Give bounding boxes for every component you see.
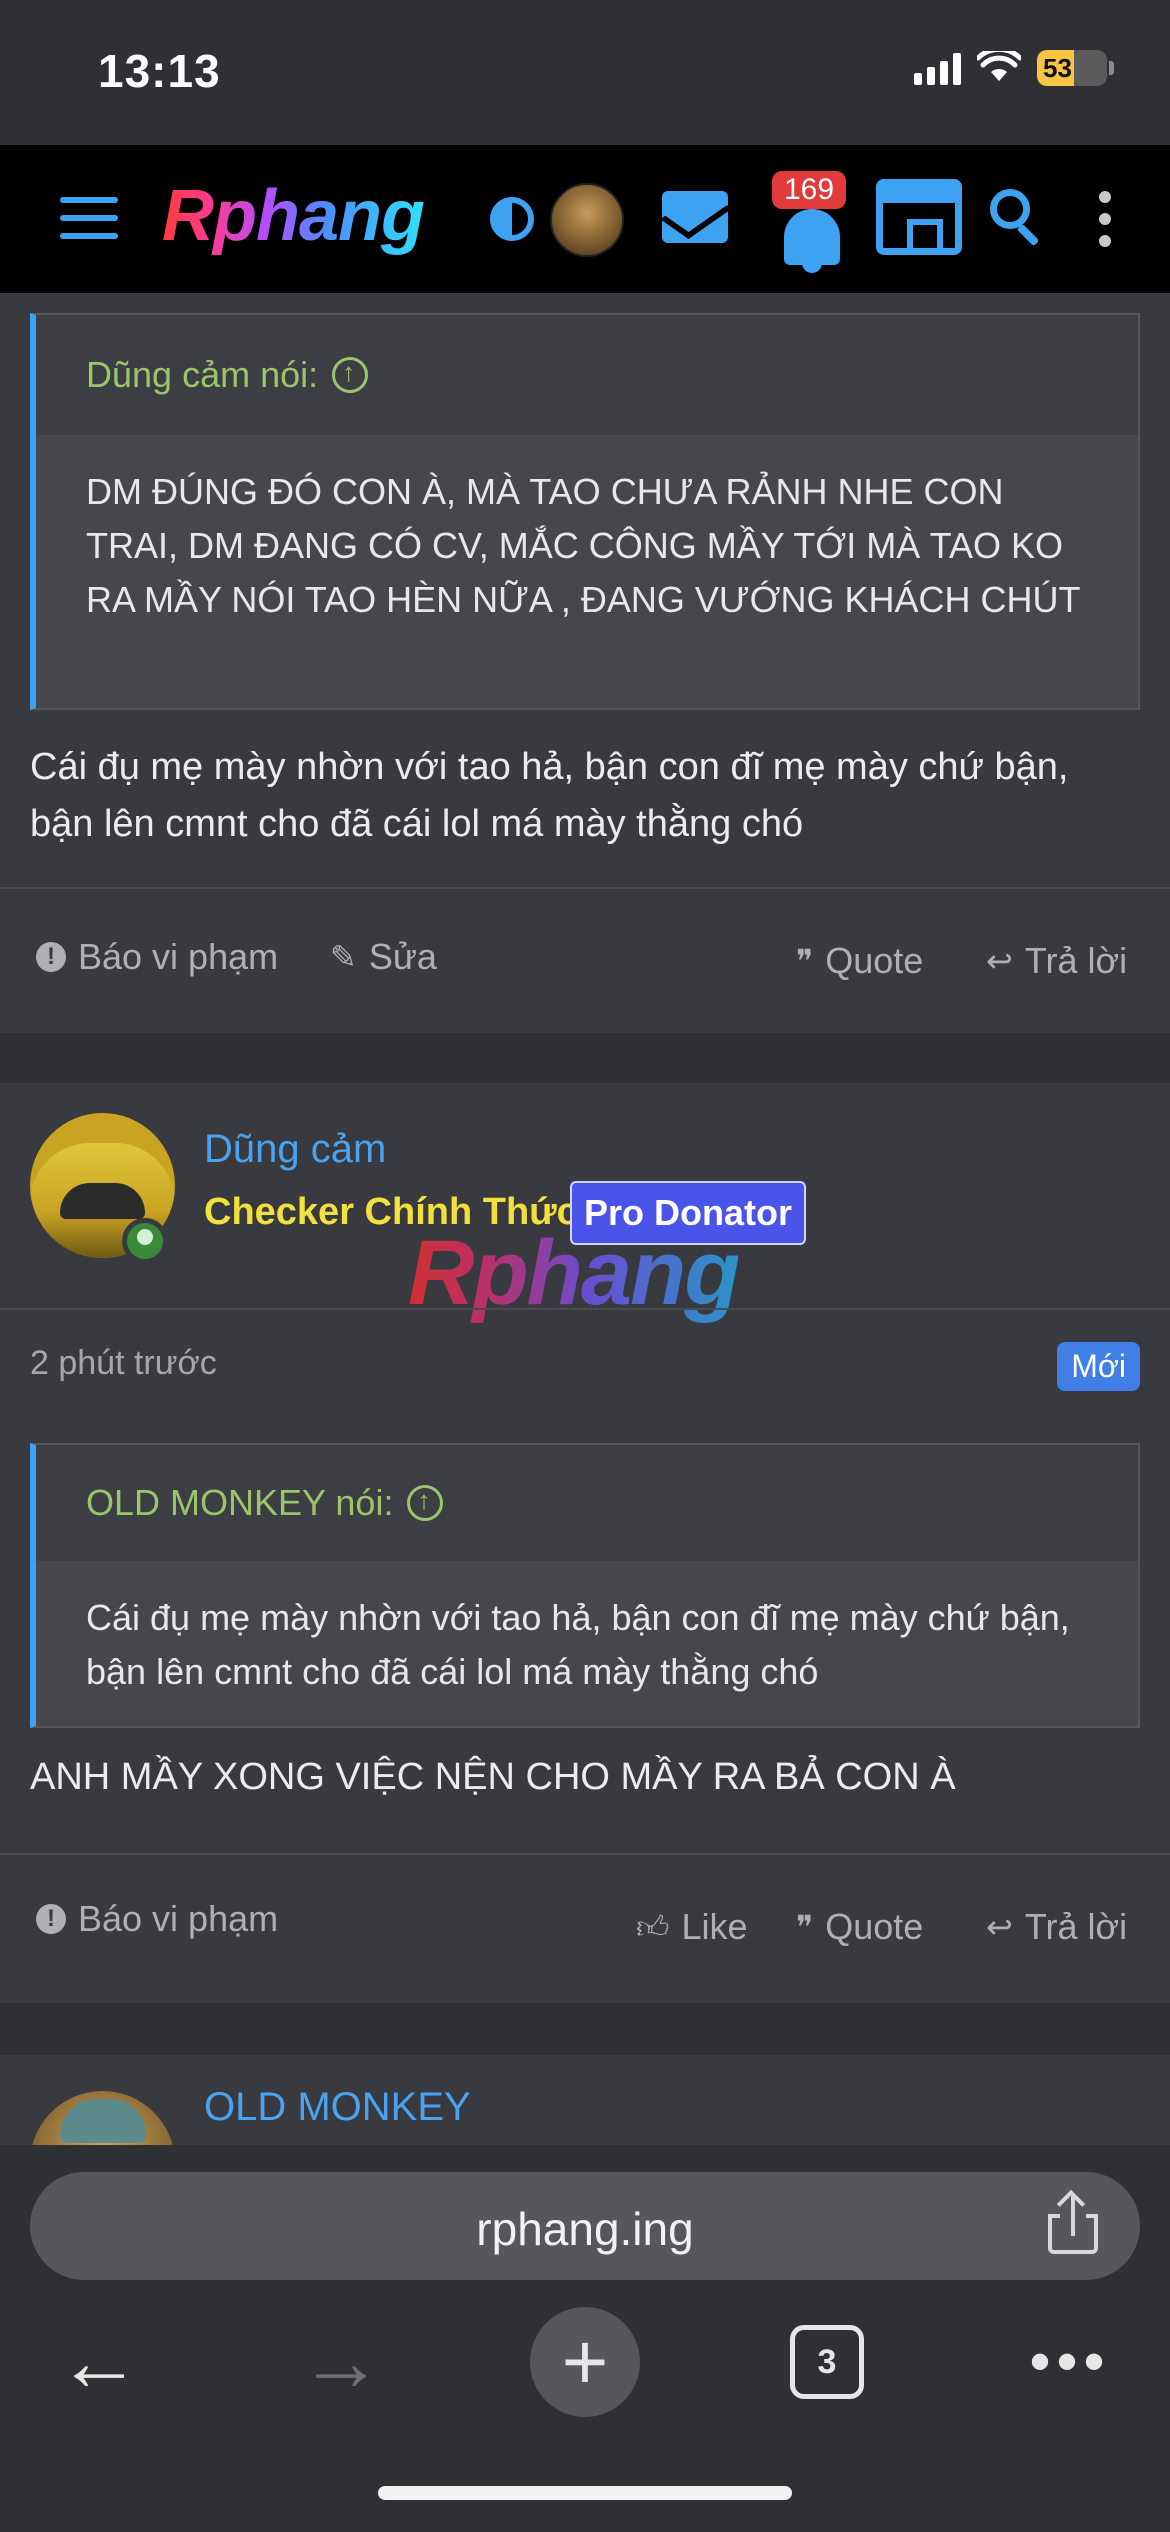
post-message: Cái đụ mẹ mày nhờn với tao hả, bận con đ… xyxy=(30,746,1069,845)
post-actions: ! Báo vi phạm 👍︎ Like ❞ Quote ↩ Trả lời xyxy=(0,1879,1170,1959)
browser-toolbar: rphang.ing ← → + 3 ••• xyxy=(0,2145,1170,2532)
quote-button[interactable]: ❞ Quote xyxy=(796,1887,923,1967)
status-bar: 13:13 53 xyxy=(0,0,1170,145)
quote-block: OLD MONKEY nói: Cái đụ mẹ mày nhờn với t… xyxy=(30,1443,1140,1728)
site-logo[interactable]: Rphang xyxy=(162,175,425,257)
share-icon[interactable] xyxy=(1048,2196,1098,2254)
report-icon: ! xyxy=(36,1904,66,1934)
page: 13:13 53 Rphang 169 Dũng cảm nói: ↑ DM Đ… xyxy=(0,0,1170,2532)
inbox-icon[interactable] xyxy=(662,191,728,243)
report-label: Báo vi phạm xyxy=(78,936,279,977)
thumbs-up-icon: 👍︎ xyxy=(636,1908,670,1945)
edit-button[interactable]: ✎ Sửa xyxy=(330,917,437,997)
home-indicator[interactable] xyxy=(378,2486,792,2500)
user-avatar[interactable] xyxy=(550,183,624,257)
cellular-signal-icon xyxy=(914,51,961,85)
author-name[interactable]: Dũng cảm xyxy=(204,1127,386,1172)
reply-icon: ↩ xyxy=(986,1909,1013,1945)
report-icon: ! xyxy=(36,942,66,972)
author-avatar[interactable] xyxy=(30,2091,175,2145)
report-button[interactable]: ! Báo vi phạm xyxy=(36,917,278,997)
search-icon[interactable] xyxy=(990,189,1042,247)
new-tab-icon[interactable]: + xyxy=(530,2307,640,2417)
menu-icon[interactable] xyxy=(60,197,118,239)
quote-icon: ❞ xyxy=(796,1909,814,1945)
bell-icon xyxy=(784,209,840,273)
post-meta: 2 phút trước Mới xyxy=(0,1310,1170,1420)
post-actions: ! Báo vi phạm ✎ Sửa ❞ Quote ↩ Trả lời xyxy=(0,917,1170,997)
post-timestamp[interactable]: 2 phút trước xyxy=(30,1344,217,1383)
quote-icon: ❞ xyxy=(796,943,814,979)
top-navigation: Rphang 169 xyxy=(0,145,1170,293)
back-icon[interactable]: ← xyxy=(44,2307,154,2415)
more-options-icon[interactable] xyxy=(1098,191,1112,247)
reply-button[interactable]: ↩ Trả lời xyxy=(986,1887,1127,1967)
battery-level: 53 xyxy=(1043,52,1072,83)
quote-author[interactable]: Dũng cảm nói: xyxy=(86,354,318,396)
quote-text: Cái đụ mẹ mày nhờn với tao hả, bận con đ… xyxy=(36,1561,1138,1726)
edit-label: Sửa xyxy=(368,936,437,977)
post-message: ANH MẦY XONG VIỆC NỆN CHO MẦY RA BẢ CON … xyxy=(30,1756,956,1798)
status-time: 13:13 xyxy=(98,45,221,97)
reply-icon: ↩ xyxy=(986,943,1013,979)
pencil-icon: ✎ xyxy=(330,939,357,975)
battery-icon: 53 xyxy=(1037,50,1114,86)
post: Dũng cảm nói: DM ĐÚNG ĐÓ CON À, MÀ TAO C… xyxy=(0,293,1170,1033)
jump-to-quote-icon[interactable] xyxy=(332,357,369,393)
reply-button[interactable]: ↩ Trả lời xyxy=(986,921,1127,1001)
divider xyxy=(0,887,1170,889)
forward-icon[interactable]: → xyxy=(286,2307,396,2415)
more-icon[interactable]: ••• xyxy=(1010,2307,1130,2415)
reply-label: Trả lời xyxy=(1024,940,1128,981)
jump-to-quote-icon[interactable] xyxy=(407,1485,444,1521)
post: OLD MONKEY xyxy=(0,2055,1170,2145)
author-name[interactable]: OLD MONKEY xyxy=(204,2085,471,2130)
wifi-icon xyxy=(977,51,1021,81)
quote-label: Quote xyxy=(825,1906,924,1947)
thread-content: Dũng cảm nói: DM ĐÚNG ĐÓ CON À, MÀ TAO C… xyxy=(0,293,1170,2145)
notification-count-badge: 169 xyxy=(772,171,847,209)
like-button[interactable]: 👍︎ Like xyxy=(636,1887,748,1967)
online-status-icon xyxy=(122,1218,168,1264)
new-badge: Mới xyxy=(1057,1342,1140,1391)
quote-block: Dũng cảm nói: DM ĐÚNG ĐÓ CON À, MÀ TAO C… xyxy=(30,313,1140,710)
quote-button[interactable]: ❞ Quote xyxy=(796,921,923,1001)
store-icon[interactable] xyxy=(876,179,962,255)
notifications-button[interactable]: 169 xyxy=(770,165,860,275)
report-button[interactable]: ! Báo vi phạm xyxy=(36,1879,278,1959)
status-icons: 53 xyxy=(914,50,1114,86)
quote-label: Quote xyxy=(825,940,924,981)
theme-toggle-icon[interactable] xyxy=(490,197,534,241)
reply-label: Trả lời xyxy=(1024,1906,1128,1947)
quote-header[interactable]: Dũng cảm nói: xyxy=(36,315,1138,435)
like-label: Like xyxy=(681,1906,748,1947)
address-bar[interactable]: rphang.ing xyxy=(30,2172,1140,2280)
post-author: Dũng cảm Checker Chính Thức Pro Donator … xyxy=(0,1083,1170,1324)
quote-header[interactable]: OLD MONKEY nói: xyxy=(36,1445,1138,1561)
tabs-button[interactable]: 3 xyxy=(790,2325,864,2399)
post: Dũng cảm Checker Chính Thức Pro Donator … xyxy=(0,1083,1170,2003)
divider xyxy=(0,1853,1170,1855)
quote-author[interactable]: OLD MONKEY nói: xyxy=(86,1482,393,1524)
url-text: rphang.ing xyxy=(476,2203,694,2255)
report-label: Báo vi phạm xyxy=(78,1898,279,1939)
quote-text: DM ĐÚNG ĐÓ CON À, MÀ TAO CHƯA RẢNH NHE C… xyxy=(36,435,1138,708)
